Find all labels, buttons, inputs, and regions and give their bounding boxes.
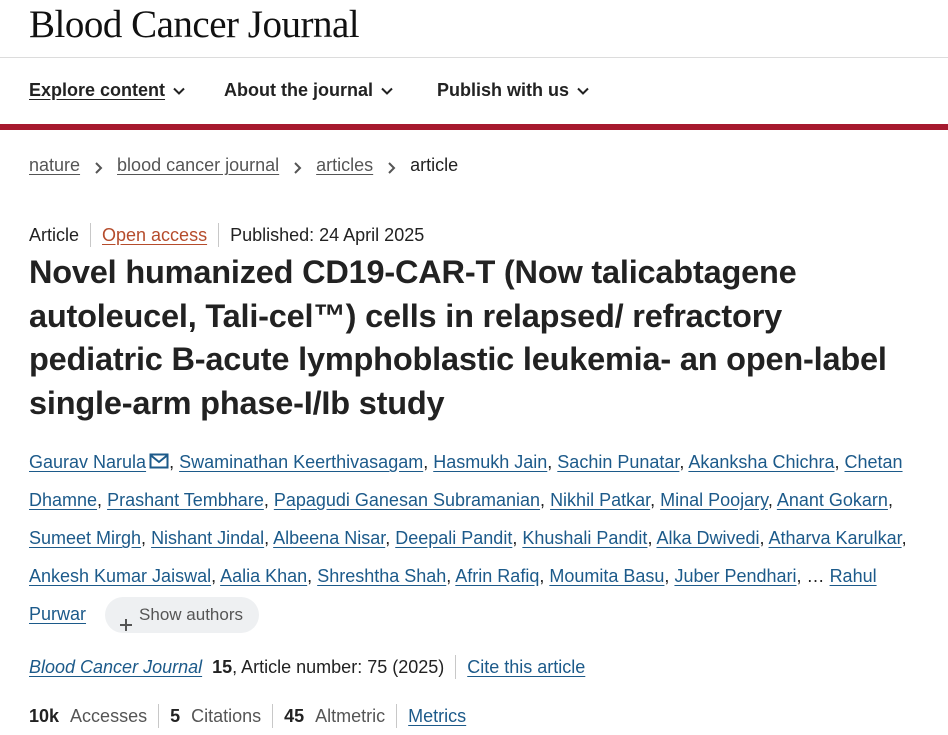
author-link[interactable]: Deepali Pandit <box>395 528 512 548</box>
author-link[interactable]: Afrin Rafiq <box>455 566 539 586</box>
author-link[interactable]: Hasmukh Jain <box>433 452 547 472</box>
author-link[interactable]: Shreshtha Shah <box>317 566 446 586</box>
divider <box>272 704 274 728</box>
author-link[interactable]: Swaminathan Keerthivasagam <box>179 452 423 472</box>
breadcrumb-current: article <box>410 155 459 175</box>
author-link[interactable]: Sachin Punatar <box>557 452 679 472</box>
breadcrumb: nature blood cancer journal articles art… <box>29 155 458 176</box>
divider <box>396 704 398 728</box>
plus-icon <box>119 608 133 632</box>
author-names: Gaurav Narula, Swaminathan Keerthivasaga… <box>29 452 907 586</box>
chevron-right-icon <box>386 159 398 174</box>
site-header: Blood Cancer Journal <box>0 0 948 58</box>
citations-label: Citations <box>191 705 262 726</box>
nav-publish-with-us-label: Publish with us <box>437 80 570 100</box>
author-link[interactable]: Gaurav Narula <box>29 452 146 472</box>
journal-logo[interactable]: Blood Cancer Journal <box>29 2 360 47</box>
metrics-link[interactable]: Metrics <box>408 706 466 727</box>
chevron-down-icon <box>576 84 590 98</box>
show-authors-label: Show authors <box>139 605 243 625</box>
open-access-link[interactable]: Open access <box>102 225 207 246</box>
brand-divider <box>0 124 948 130</box>
chevron-down-icon <box>380 84 394 98</box>
published-date: Published: 24 April 2025 <box>230 224 425 245</box>
author-link[interactable]: Khushali Pandit <box>522 528 647 548</box>
email-icon[interactable] <box>149 444 169 469</box>
altmetric-score: 45 <box>284 705 305 726</box>
nav-publish-with-us[interactable]: Publish with us <box>437 80 590 101</box>
nav-about-journal-label: About the journal <box>224 80 373 100</box>
article-type: Article <box>29 224 80 245</box>
citations-count: 5 <box>170 705 181 726</box>
article-number: , Article number: 75 (2025) <box>232 656 445 677</box>
article-meta: Article Open access Published: 24 April … <box>29 223 424 247</box>
cite-this-article-link[interactable]: Cite this article <box>467 657 585 678</box>
journal-link[interactable]: Blood Cancer Journal <box>29 657 202 678</box>
breadcrumb-nature[interactable]: nature <box>29 155 80 176</box>
author-link[interactable]: Juber Pendhari <box>674 566 796 586</box>
author-link[interactable]: Moumita Basu <box>549 566 664 586</box>
breadcrumb-articles[interactable]: articles <box>316 155 373 176</box>
author-link[interactable]: Minal Poojary <box>660 490 768 510</box>
author-link[interactable]: Alka Dwivedi <box>656 528 759 548</box>
main-navigation: Explore content About the journal Publis… <box>0 58 948 124</box>
author-link[interactable]: Atharva Karulkar <box>769 528 902 548</box>
accesses-label: Accesses <box>70 705 148 726</box>
author-link[interactable]: Albeena Nisar <box>273 528 385 548</box>
divider <box>158 704 160 728</box>
chevron-right-icon <box>292 159 304 174</box>
metrics-row: 10k Accesses 5 Citations 45 Altmetric Me… <box>29 704 466 728</box>
author-link[interactable]: Papagudi Ganesan Subramanian <box>274 490 540 510</box>
chevron-right-icon <box>93 159 105 174</box>
author-link[interactable]: Prashant Tembhare <box>107 490 264 510</box>
nav-explore-content[interactable]: Explore content <box>29 80 186 101</box>
author-list: Gaurav Narula, Swaminathan Keerthivasaga… <box>29 443 934 634</box>
show-authors-button[interactable]: Show authors <box>105 597 259 634</box>
author-link[interactable]: Nishant Jindal <box>151 528 264 548</box>
article-title: Novel humanized CD19-CAR-T (Now talicabt… <box>29 254 887 421</box>
divider <box>218 223 220 247</box>
author-ellipsis: … <box>806 566 825 586</box>
author-link[interactable]: Akanksha Chichra <box>688 452 834 472</box>
altmetric-label: Altmetric <box>315 705 386 726</box>
volume: 15 <box>212 656 233 677</box>
divider <box>90 223 92 247</box>
author-link[interactable]: Nikhil Patkar <box>550 490 650 510</box>
author-link[interactable]: Anant Gokarn <box>777 490 888 510</box>
author-link[interactable]: Aalia Khan <box>220 566 307 586</box>
citation-row: Blood Cancer Journal 15 , Article number… <box>29 655 585 679</box>
nav-explore-content-label: Explore content <box>29 80 166 100</box>
chevron-down-icon <box>172 84 186 98</box>
author-link[interactable]: Ankesh Kumar Jaiswal <box>29 566 211 586</box>
nav-about-journal[interactable]: About the journal <box>224 80 394 101</box>
divider <box>455 655 457 679</box>
accesses-count: 10k <box>29 705 60 726</box>
breadcrumb-blood-cancer-journal[interactable]: blood cancer journal <box>117 155 279 176</box>
author-link[interactable]: Sumeet Mirgh <box>29 528 141 548</box>
